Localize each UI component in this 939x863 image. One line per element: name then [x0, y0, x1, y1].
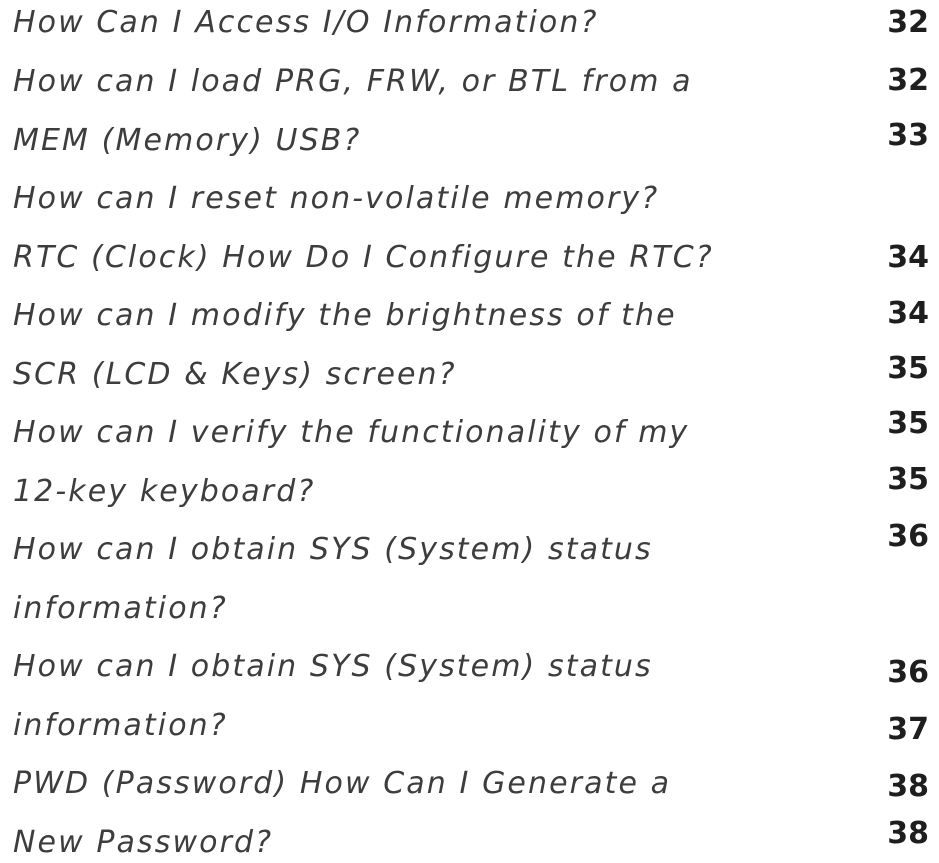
- toc-line: SCR (LCD & Keys) screen?: [13, 357, 457, 392]
- toc-line: 12-key keyboard?: [13, 474, 316, 509]
- toc-line: How Can I Access I/O Information?: [13, 5, 599, 40]
- page-number: 38: [887, 816, 929, 851]
- page-number: 36: [887, 519, 929, 554]
- table-of-contents: How Can I Access I/O Information? How ca…: [0, 0, 939, 860]
- page-number: 35: [887, 351, 929, 386]
- page-number: 37: [887, 712, 929, 747]
- page-number: 35: [887, 462, 929, 497]
- page-number: 33: [887, 118, 929, 153]
- page-number: 32: [887, 63, 929, 98]
- page-number: 34: [887, 240, 929, 275]
- toc-line: information?: [13, 708, 228, 743]
- toc-line: MEM (Memory) USB?: [13, 123, 362, 158]
- page-number: 36: [887, 655, 929, 690]
- toc-line: PWD (Password) How Can I Generate a: [13, 766, 672, 801]
- toc-line: RTC (Clock) How Do I Configure the RTC?: [13, 240, 714, 275]
- toc-line: How can I reset non-volatile memory?: [13, 181, 660, 216]
- toc-line: How can I obtain SYS (System) status: [13, 649, 653, 684]
- page-number: 38: [887, 769, 929, 804]
- toc-line: How can I modify the brightness of the: [13, 298, 677, 333]
- page-number: 34: [887, 296, 929, 331]
- page-number: 35: [887, 406, 929, 441]
- toc-line: New Password?: [13, 825, 274, 860]
- toc-line: information?: [13, 591, 228, 626]
- toc-line: How can I load PRG, FRW, or BTL from a: [13, 64, 693, 99]
- toc-line: How can I verify the functionality of my: [13, 415, 690, 450]
- page-number: 32: [887, 5, 929, 40]
- toc-line: How can I obtain SYS (System) status: [13, 532, 653, 567]
